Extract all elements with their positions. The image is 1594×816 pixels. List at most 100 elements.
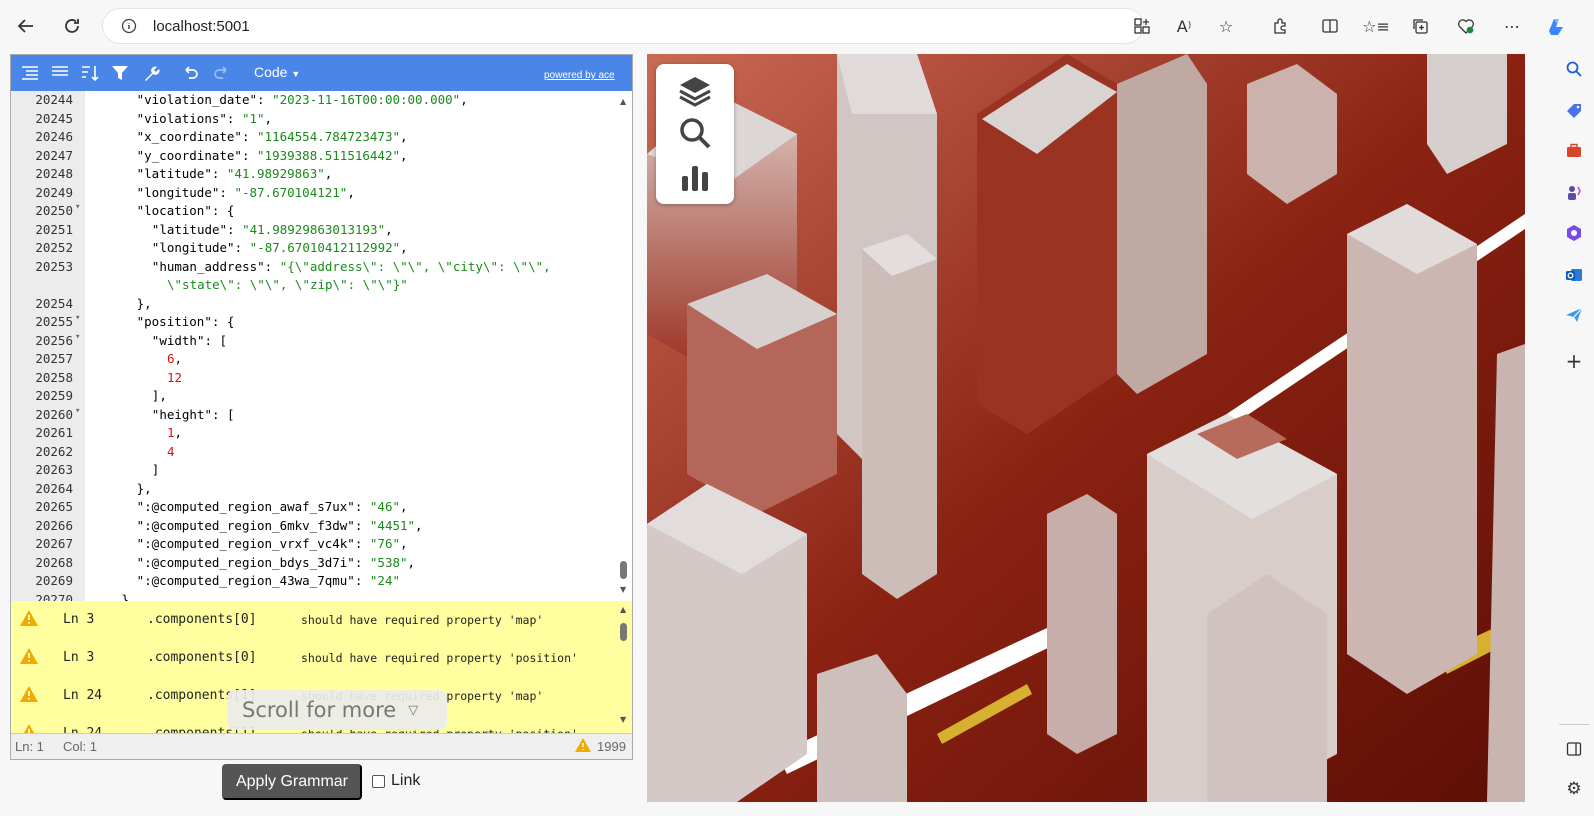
address-bar[interactable]: localhost:5001 <box>102 8 1144 44</box>
warning-icon <box>19 723 39 733</box>
code-line[interactable]: 20253 "human_address": "{\"address\": \"\… <box>11 259 632 278</box>
fold-arrow-icon[interactable]: ▾ <box>75 332 80 342</box>
scroll-up-icon[interactable]: ▲ <box>620 97 626 106</box>
search-icon[interactable] <box>676 114 714 152</box>
error-line: Ln 3 <box>63 612 95 627</box>
fold-arrow-icon[interactable]: ▾ <box>75 406 80 416</box>
sort-icon[interactable] <box>79 63 101 83</box>
sidebar-toggle-icon[interactable] <box>1561 736 1587 762</box>
error-message: should have required property 'position' <box>301 651 578 665</box>
code-line[interactable]: 20255 ▾ "position": { <box>11 313 632 333</box>
tools-briefcase-icon[interactable] <box>1561 138 1587 164</box>
error-path: .components[0] <box>147 650 257 665</box>
syntax-token: "y_coordinate": <box>136 147 258 163</box>
filter-icon[interactable] <box>109 63 131 83</box>
line-number: 20264 <box>35 480 73 496</box>
scroll-up-icon[interactable]: ▲ <box>620 605 626 614</box>
split-screen-icon[interactable] <box>1318 14 1342 38</box>
powered-by-ace-link[interactable]: powered by ace <box>544 70 615 81</box>
code-line[interactable]: 20249 "longitude": "-87.670104121", <box>11 185 632 204</box>
games-icon[interactable] <box>1561 180 1587 206</box>
browser-essentials-icon[interactable] <box>1454 14 1478 38</box>
extensions-icon[interactable] <box>1268 14 1292 38</box>
scroll-thumb[interactable] <box>620 623 627 641</box>
code-line[interactable]: 20256 ▾ "width": [ <box>11 332 632 352</box>
chevron-down-icon: ▽ <box>408 702 419 718</box>
code-line[interactable]: 20247 "y_coordinate": "1939388.511516442"… <box>11 148 632 167</box>
link-checkbox[interactable] <box>372 774 385 788</box>
search-icon[interactable] <box>1561 56 1587 82</box>
fold-arrow-icon[interactable]: ▾ <box>75 313 80 323</box>
code-line[interactable]: 20263] <box>11 462 632 481</box>
link-checkbox-wrapper[interactable]: Link <box>372 772 420 790</box>
bar-chart-icon[interactable] <box>676 158 714 196</box>
redo-icon[interactable] <box>211 63 233 83</box>
code-line[interactable]: 20264}, <box>11 481 632 500</box>
code-line[interactable]: 20252 "longitude": "-87.67010412112992", <box>11 240 632 259</box>
code-line[interactable]: 20254}, <box>11 296 632 315</box>
code-line[interactable]: 20259], <box>11 388 632 407</box>
undo-icon[interactable] <box>179 63 201 83</box>
cursor-line: Ln: 1 <box>15 739 44 754</box>
error-row[interactable]: Ln 3 .components[0] should have required p… <box>11 601 617 639</box>
add-icon[interactable]: + <box>1561 348 1587 374</box>
code-line[interactable]: 20250 ▾ "location": { <box>11 202 632 222</box>
code-line[interactable]: 20248 "latitude": "41.98929863", <box>11 166 632 185</box>
fold-arrow-icon[interactable]: ▾ <box>75 202 80 212</box>
code-text: "x_coordinate": "1164554.784723473", <box>137 129 408 144</box>
code-line[interactable]: 20245 "violations": "1", <box>11 111 632 130</box>
collections-icon[interactable] <box>1408 14 1432 38</box>
apply-grammar-button[interactable]: Apply Grammar <box>222 764 362 800</box>
code-line[interactable]: 20251 "latitude": "41.98929863013193", <box>11 222 632 241</box>
code-line[interactable]: 20267 ":@computed_region_vrxf_vc4k": "76"… <box>11 536 632 555</box>
code-line[interactable]: \"state\": \"\", \"zip\": \"\"}" <box>11 277 632 296</box>
app-available-icon[interactable] <box>1130 14 1154 38</box>
repair-wrench-icon[interactable] <box>141 63 163 83</box>
scroll-down-icon[interactable]: ▼ <box>620 715 626 724</box>
line-number: 20250 <box>35 203 73 218</box>
code-line[interactable]: 20265 ":@computed_region_awaf_s7ux": "46"… <box>11 499 632 518</box>
layers-icon[interactable] <box>676 72 714 110</box>
code-line[interactable]: 20270} <box>11 592 632 602</box>
more-menu-icon[interactable]: ⋯ <box>1500 14 1524 38</box>
reload-icon[interactable] <box>56 10 88 42</box>
code-line[interactable]: 20257 6, <box>11 351 632 370</box>
code-scrollbar[interactable]: ▲ ▼ <box>617 91 632 601</box>
code-line[interactable]: 20269 ":@computed_region_43wa_7qmu": "24" <box>11 573 632 592</box>
site-info-icon[interactable] <box>121 18 137 38</box>
read-aloud-icon[interactable]: A) <box>1172 14 1196 38</box>
map-controls-panel <box>656 64 734 204</box>
code-line[interactable]: 20266 ":@computed_region_6mkv_f3dw": "445… <box>11 518 632 537</box>
editor-status-bar: Ln: 1 Col: 1 1999 <box>11 733 632 759</box>
code-line[interactable]: 20261 1, <box>11 425 632 444</box>
code-text: "width": [ <box>152 333 227 348</box>
favorites-icon[interactable]: ☆≡ <box>1362 14 1390 38</box>
scroll-thumb[interactable] <box>620 561 627 579</box>
copilot-icon[interactable] <box>1544 14 1568 38</box>
scroll-for-more-hint[interactable]: Scroll for more ▽ <box>227 690 447 730</box>
code-line[interactable]: 20244 "violation_date": "2023-11-16T00:00… <box>11 92 632 111</box>
shopping-tag-icon[interactable] <box>1561 98 1587 124</box>
error-row[interactable]: Ln 3 .components[0] should have required p… <box>11 639 617 677</box>
3d-map-viewport[interactable] <box>647 54 1525 802</box>
settings-gear-icon[interactable]: ⚙ <box>1561 776 1587 802</box>
microsoft-365-icon[interactable] <box>1561 220 1587 246</box>
send-icon[interactable] <box>1561 302 1587 328</box>
code-line[interactable]: 20260 ▾ "height": [ <box>11 406 632 426</box>
outlook-icon[interactable] <box>1561 262 1587 288</box>
number-token: 6 <box>167 351 175 366</box>
back-icon[interactable] <box>10 10 42 42</box>
errors-scrollbar[interactable]: ▲ ▼ <box>617 601 632 733</box>
code-line[interactable]: 20258 12 <box>11 370 632 389</box>
format-json-icon[interactable] <box>19 63 41 83</box>
code-line[interactable]: 20246 "x_coordinate": "1164554.784723473"… <box>11 129 632 148</box>
code-line[interactable]: 20262 4 <box>11 444 632 463</box>
mode-dropdown[interactable]: Code ▼ <box>254 64 300 80</box>
code-area[interactable]: 20244 "violation_date": "2023-11-16T00:00… <box>11 91 632 601</box>
compact-json-icon[interactable] <box>49 63 71 83</box>
favorite-star-icon[interactable]: ☆ <box>1214 14 1238 38</box>
code-line[interactable]: 20268 ":@computed_region_bdys_3d7i": "538… <box>11 555 632 574</box>
scroll-down-icon[interactable]: ▼ <box>620 585 626 594</box>
mode-label: Code <box>254 64 288 80</box>
warning-count[interactable]: 1999 <box>597 739 626 754</box>
